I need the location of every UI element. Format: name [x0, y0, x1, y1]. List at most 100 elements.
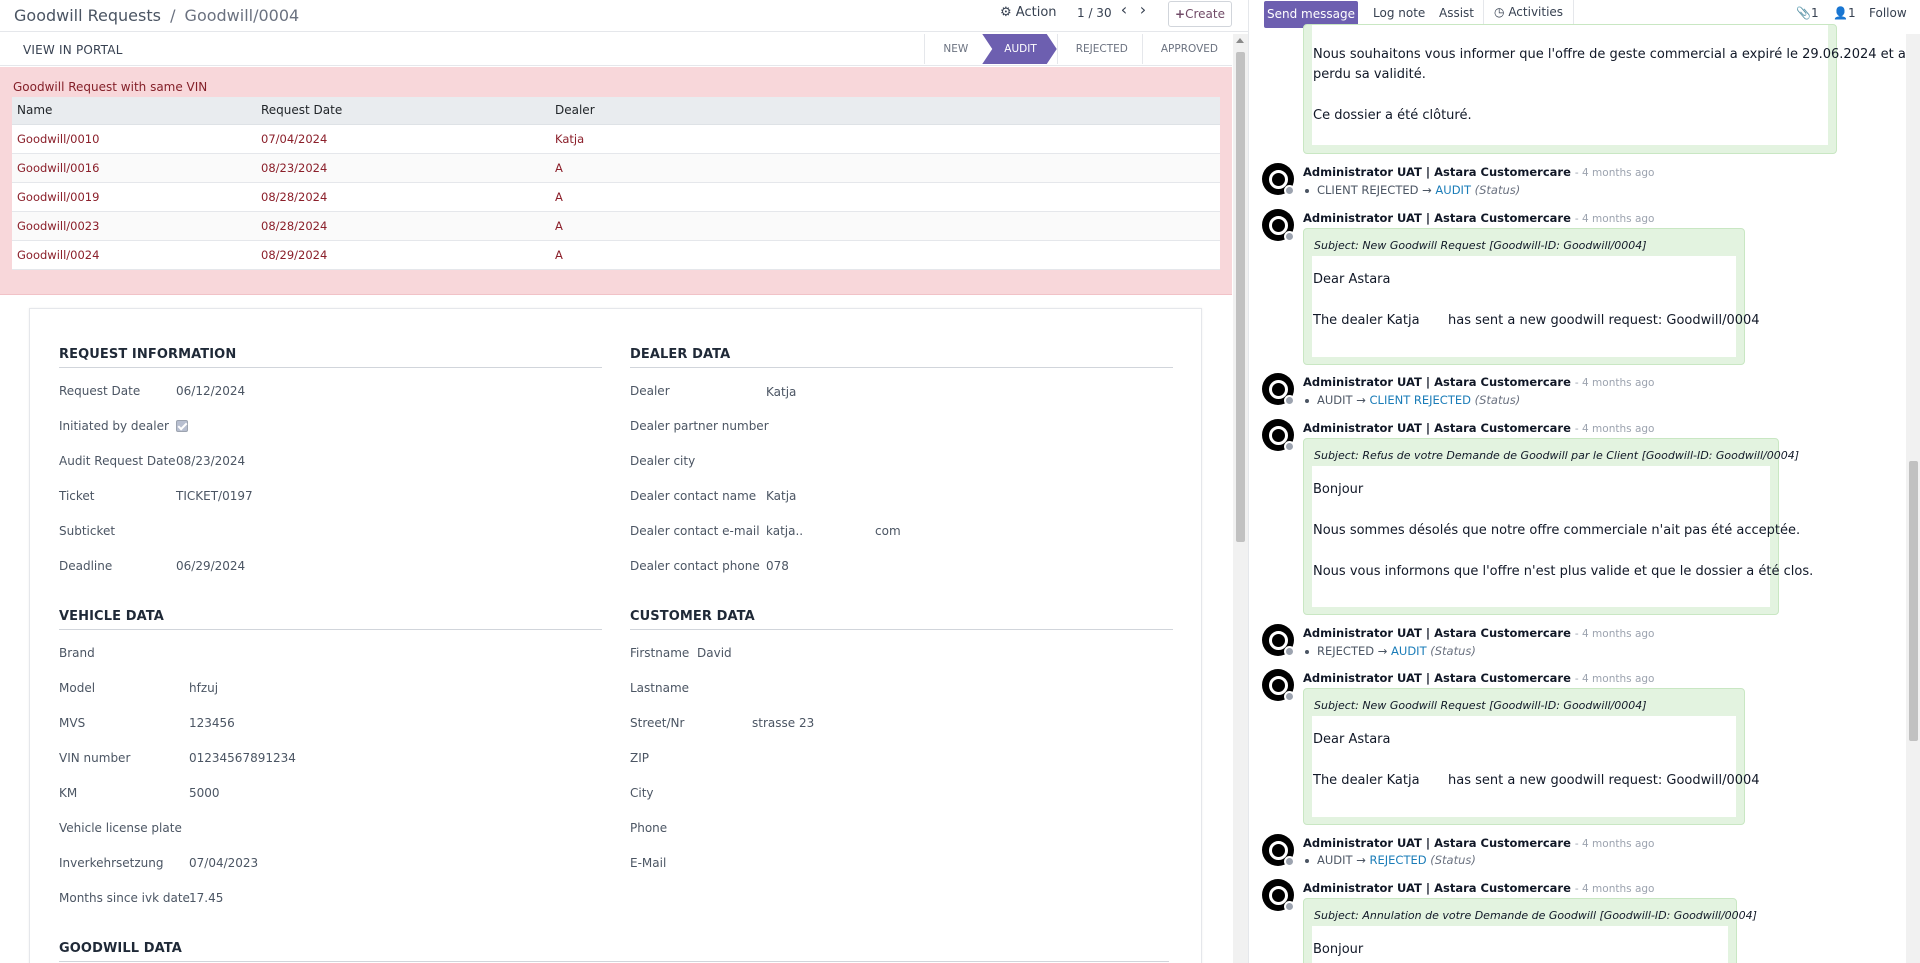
goodwill-data-title: GOODWILL DATA: [59, 941, 1169, 962]
ticket-field[interactable]: TICKET/0197: [176, 489, 253, 503]
breadcrumb-separator: /: [170, 6, 176, 25]
message-bubble: Subject: New Goodwill Request [Goodwill-…: [1303, 688, 1760, 825]
row-name[interactable]: Goodwill/0023: [12, 211, 256, 241]
avatar[interactable]: [1262, 373, 1295, 406]
row-dealer: Katja: [550, 124, 1220, 154]
stage-new[interactable]: NEW: [924, 34, 982, 64]
follower-count: 1: [1847, 6, 1856, 20]
stage-rejected[interactable]: REJECTED: [1056, 34, 1142, 64]
log-note-button[interactable]: Log note: [1373, 6, 1425, 20]
row-name[interactable]: Goodwill/0019: [12, 182, 256, 212]
tracking-line: CLIENT REJECTED → AUDIT (Status): [1305, 183, 1520, 197]
inverkehrsetzung-label: Inverkehrsetzung: [59, 856, 164, 870]
user-icon: 👤: [1833, 6, 1848, 20]
message-subject: Subject: Refus de votre Demande de Goodw…: [1314, 449, 1800, 462]
customer-data-title: CUSTOMER DATA: [630, 609, 1173, 630]
dealer-contact-name-field[interactable]: Katja: [766, 489, 796, 503]
dealer-contact-phone-field[interactable]: 078: [766, 559, 789, 573]
vehicle-data-title: VEHICLE DATA: [59, 609, 602, 630]
follow-button[interactable]: Follow: [1869, 6, 1907, 20]
tracking-new: REJECTED: [1369, 853, 1427, 867]
scroll-up-icon[interactable]: [1236, 38, 1244, 43]
avatar[interactable]: [1262, 419, 1295, 452]
firstname-field[interactable]: David: [697, 646, 732, 660]
author-name: Administrator UAT | Astara Customercare: [1303, 211, 1571, 225]
chatter-scrollbar[interactable]: [1906, 34, 1920, 963]
message-date: - 4 months ago: [1574, 883, 1655, 895]
message-bubble: Subject: Annulation de votre Demande de …: [1303, 898, 1757, 963]
action-button[interactable]: ⚙ Action: [1000, 5, 1057, 20]
table-row[interactable]: Goodwill/0010 07/04/2024 Katja: [12, 124, 1220, 154]
dealer-partner-number-label: Dealer partner number: [630, 419, 769, 433]
message-text: perdu sa validité.: [1313, 67, 1426, 82]
avatar[interactable]: [1262, 879, 1295, 912]
table-row[interactable]: Goodwill/0016 08/23/2024 A: [12, 153, 1220, 183]
column-name[interactable]: Name: [12, 97, 256, 125]
table-row[interactable]: Goodwill/0024 08/29/2024 A: [12, 240, 1220, 270]
dealer-contact-email-field[interactable]: katja..: [766, 524, 803, 538]
message-text: The dealer Katja: [1313, 773, 1420, 788]
chatter-scrollbar-thumb[interactable]: [1909, 461, 1918, 741]
pager-value[interactable]: 1 / 30: [1077, 6, 1112, 20]
table-row[interactable]: Goodwill/0019 08/28/2024 A: [12, 182, 1220, 212]
tracking-new: AUDIT: [1435, 183, 1471, 197]
stage-approved[interactable]: APPROVED: [1141, 34, 1232, 64]
mvs-field[interactable]: 123456: [189, 716, 235, 730]
create-button[interactable]: +Create: [1168, 1, 1232, 27]
vin-number-field[interactable]: 01234567891234: [189, 751, 296, 765]
request-date-field[interactable]: 06/12/2024: [176, 384, 245, 398]
form-scrollbar-thumb[interactable]: [1236, 52, 1245, 542]
column-request-date[interactable]: Request Date: [256, 97, 550, 125]
avatar[interactable]: [1262, 209, 1295, 242]
message-text: Dear Astara: [1313, 732, 1391, 747]
deadline-field[interactable]: 06/29/2024: [176, 559, 245, 573]
tracking-line: AUDIT → CLIENT REJECTED (Status): [1305, 393, 1520, 407]
message-author: Administrator UAT | Astara Customercare …: [1303, 165, 1654, 179]
dealer-label: Dealer: [630, 384, 670, 398]
row-name[interactable]: Goodwill/0024: [12, 240, 256, 270]
arrow-right-icon: →: [1356, 853, 1366, 867]
pager-next-icon[interactable]: ›: [1136, 2, 1150, 20]
avatar[interactable]: [1262, 669, 1295, 702]
followers-button[interactable]: 👤1: [1833, 6, 1856, 20]
row-name[interactable]: Goodwill/0010: [12, 124, 256, 154]
stage-audit[interactable]: AUDIT: [982, 34, 1056, 64]
row-date: 07/04/2024: [256, 124, 550, 154]
message-bubble: Subject: New Goodwill Request [Goodwill-…: [1303, 228, 1760, 365]
breadcrumb-parent-link[interactable]: Goodwill Requests: [14, 6, 161, 25]
pager-previous-icon[interactable]: ‹: [1117, 2, 1131, 20]
column-dealer[interactable]: Dealer: [550, 97, 1220, 125]
stage-pipeline: NEW AUDIT REJECTED APPROVED: [924, 34, 1232, 64]
assist-button[interactable]: Assist: [1439, 6, 1474, 20]
street-field[interactable]: strasse 23: [752, 716, 814, 730]
view-in-portal-button[interactable]: VIEW IN PORTAL: [23, 43, 123, 57]
months-since-ivk-label: Months since ivk date: [59, 891, 190, 905]
breadcrumb: Goodwill Requests / Goodwill/0004: [14, 6, 299, 25]
avatar[interactable]: [1262, 163, 1295, 196]
message-author: Administrator UAT | Astara Customercare …: [1303, 626, 1654, 640]
dealer-field[interactable]: Katja: [766, 385, 796, 399]
attachments-button[interactable]: 📎1: [1796, 6, 1819, 20]
avatar[interactable]: [1262, 834, 1295, 867]
message-date: - 4 months ago: [1574, 838, 1655, 850]
row-name[interactable]: Goodwill/0016: [12, 153, 256, 183]
phone-label: Phone: [630, 821, 668, 835]
message-bubble: Subject: Refus de votre Demande de Goodw…: [1303, 438, 1813, 615]
inverkehrsetzung-field[interactable]: 07/04/2023: [189, 856, 258, 870]
duplicate-vin-alert: Goodwill Request with same VIN Name Requ…: [0, 67, 1232, 295]
message-author: Administrator UAT | Astara Customercare …: [1303, 671, 1654, 685]
city-label: City: [630, 786, 654, 800]
tracking-field: (Status): [1474, 393, 1521, 407]
avatar[interactable]: [1262, 624, 1295, 657]
message-text: Bonjour: [1313, 482, 1364, 497]
model-label: Model: [59, 681, 96, 695]
message-content: Bonjour: [1312, 926, 1728, 963]
message-text: Nous souhaitons vous informer que l'offr…: [1313, 47, 1906, 62]
message-text: has sent a new goodwill request: Goodwil…: [1448, 773, 1760, 788]
initiated-by-dealer-checkbox[interactable]: [176, 420, 188, 432]
form-scrollbar[interactable]: [1233, 34, 1248, 963]
table-row[interactable]: Goodwill/0023 08/28/2024 A: [12, 211, 1220, 241]
model-field[interactable]: hfzuj: [189, 681, 218, 695]
audit-request-date-field[interactable]: 08/23/2024: [176, 454, 245, 468]
km-field[interactable]: 5000: [189, 786, 220, 800]
